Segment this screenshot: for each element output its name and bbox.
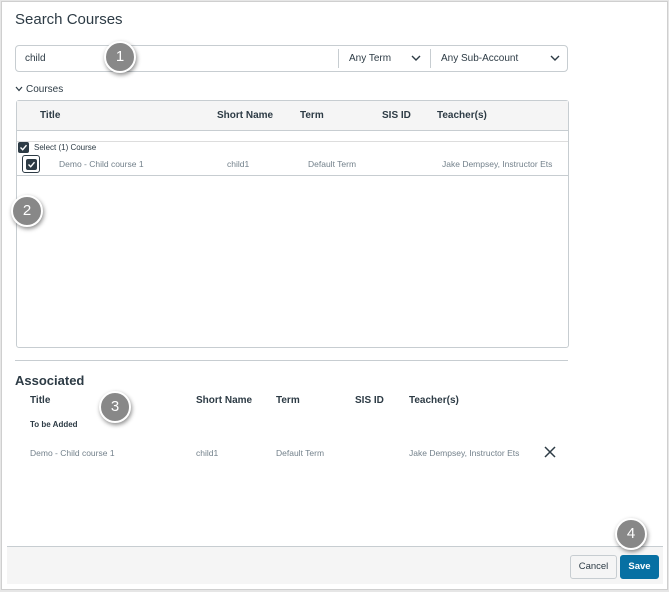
- column-sis-id: SIS ID: [382, 110, 411, 121]
- row-title: Demo - Child course 1: [59, 159, 144, 169]
- dialog-footer: [7, 546, 663, 584]
- chevron-down-icon: [411, 55, 421, 61]
- search-input[interactable]: [16, 46, 338, 71]
- chevron-down-icon: [550, 55, 560, 61]
- subaccount-select-value: Any Sub-Account: [441, 53, 519, 64]
- assoc-row-term: Default Term: [276, 448, 325, 458]
- cancel-button[interactable]: Cancel: [570, 555, 617, 579]
- save-button[interactable]: Save: [620, 555, 659, 579]
- column-title: Title: [40, 110, 61, 121]
- subaccount-select[interactable]: Any Sub-Account: [430, 49, 569, 68]
- callout-marker-2: 2: [11, 195, 43, 227]
- select-all-checkbox[interactable]: [18, 142, 29, 153]
- courses-section-toggle[interactable]: Courses: [15, 84, 63, 95]
- close-icon[interactable]: [543, 445, 557, 459]
- checkmark-icon: [20, 144, 28, 151]
- callout-marker-3: 3: [99, 391, 131, 423]
- assoc-column-term: Term: [276, 395, 300, 406]
- select-all-label: Select (1) Course: [34, 143, 97, 152]
- assoc-row-title: Demo - Child course 1: [30, 448, 115, 458]
- select-all-row: Select (1) Course: [17, 141, 568, 153]
- table-header: Title Short Name Term SIS ID Teacher(s): [17, 101, 568, 131]
- assoc-column-teachers: Teacher(s): [409, 395, 459, 406]
- term-select[interactable]: Any Term: [338, 49, 430, 68]
- column-short-name: Short Name: [217, 110, 274, 121]
- term-select-value: Any Term: [349, 53, 392, 64]
- courses-section-label: Courses: [26, 84, 64, 95]
- row-short-name: child1: [227, 159, 250, 169]
- callout-marker-4: 4: [615, 518, 647, 550]
- callout-marker-1: 1: [104, 41, 136, 73]
- associated-heading: Associated: [15, 373, 85, 388]
- search-bar: Any Term Any Sub-Account: [15, 45, 568, 72]
- row-checkbox[interactable]: [26, 159, 37, 170]
- checkmark-icon: [28, 161, 36, 168]
- assoc-column-title: Title: [30, 395, 51, 406]
- row-term: Default Term: [308, 159, 357, 169]
- assoc-row-short-name: child1: [196, 448, 219, 458]
- column-teachers: Teacher(s): [437, 110, 487, 121]
- course-results-table: Title Short Name Term SIS ID Teacher(s) …: [16, 100, 569, 348]
- page-title: Search Courses: [15, 11, 123, 28]
- assoc-row-teachers: Jake Dempsey, Instructor Ets: [409, 448, 520, 458]
- chevron-down-icon: [15, 86, 23, 92]
- assoc-column-short-name: Short Name: [196, 395, 253, 406]
- column-term: Term: [300, 110, 324, 121]
- table-row[interactable]: Demo - Child course 1 child1 Default Ter…: [17, 153, 568, 176]
- row-teachers: Jake Dempsey, Instructor Ets: [442, 159, 553, 169]
- to-be-added-label: To be Added: [30, 420, 78, 429]
- assoc-column-sis-id: SIS ID: [355, 395, 384, 406]
- section-divider: [15, 360, 568, 361]
